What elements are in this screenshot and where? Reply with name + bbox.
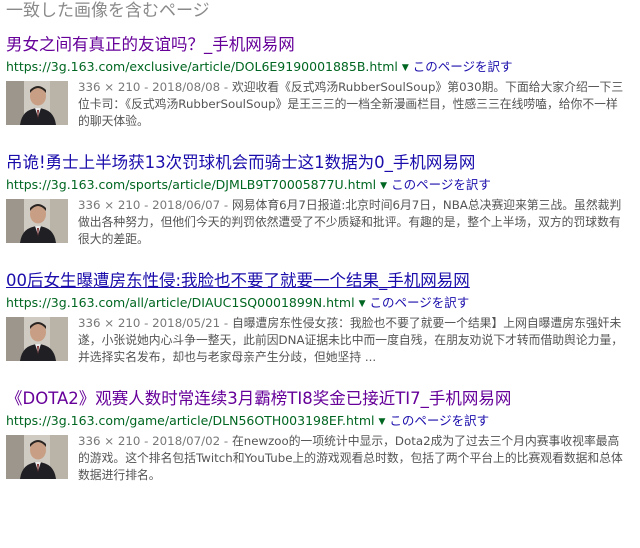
result-item: 《DOTA2》观赛人数时常连续3月霸榜TI8奖金已接近TI7_手机网易网 htt… [6, 388, 634, 484]
result-url-row: https://3g.163.com/exclusive/article/DOL… [6, 58, 634, 76]
translate-page-link[interactable]: このページを訳す [389, 413, 489, 428]
search-results-page: 一致した画像を含むページ 男女之间有真正的友谊吗？_手机网易网 https://… [0, 0, 640, 548]
result-snippet: 336 × 210 - 2018/06/07 - 网易体育6月7日报道:北京时间… [78, 197, 626, 248]
translate-page-link[interactable]: このページを訳す [370, 295, 470, 310]
result-url: https://3g.163.com/all/article/DIAUC1SQ0… [6, 295, 355, 310]
result-item: 吊诡!勇士上半场获13次罚球机会而骑士这1数据为0_手机网易网 https://… [6, 152, 634, 248]
result-meta: 336 × 210 - 2018/07/02 - [78, 434, 232, 448]
translate-page-link[interactable]: このページを訳す [413, 59, 513, 74]
result-title-link[interactable]: 《DOTA2》观赛人数时常连续3月霸榜TI8奖金已接近TI7_手机网易网 [6, 388, 634, 410]
result-item: 男女之间有真正的友谊吗？_手机网易网 https://3g.163.com/ex… [6, 34, 634, 130]
result-thumbnail[interactable] [6, 317, 68, 361]
result-url: https://3g.163.com/game/article/DLN56OTH… [6, 413, 375, 428]
result-thumbnail[interactable] [6, 199, 68, 243]
man-portrait-image [6, 435, 68, 479]
result-thumbnail[interactable] [6, 81, 68, 125]
result-url-row: https://3g.163.com/all/article/DIAUC1SQ0… [6, 294, 634, 312]
result-snippet: 336 × 210 - 2018/05/21 - 自曝遭房东性侵女孩：我脸也不要… [78, 315, 626, 366]
result-thumbnail[interactable] [6, 435, 68, 479]
result-url-row: https://3g.163.com/game/article/DLN56OTH… [6, 412, 634, 430]
result-title-link[interactable]: 吊诡!勇士上半场获13次罚球机会而骑士这1数据为0_手机网易网 [6, 152, 634, 174]
result-url: https://3g.163.com/sports/article/DJMLB9… [6, 177, 377, 192]
result-body: 336 × 210 - 2018/05/21 - 自曝遭房东性侵女孩：我脸也不要… [6, 315, 634, 366]
result-meta: 336 × 210 - 2018/05/21 - [78, 316, 232, 330]
man-portrait-image [6, 317, 68, 361]
result-body: 336 × 210 - 2018/07/02 - 在newzoo的一项统计中显示… [6, 433, 634, 484]
result-item: 00后女生曝遭房东性侵:我脸也不要了就要一个结果_手机网易网 https://3… [6, 270, 634, 366]
result-url: https://3g.163.com/exclusive/article/DOL… [6, 59, 398, 74]
man-portrait-image [6, 81, 68, 125]
man-portrait-image [6, 199, 68, 243]
caret-down-icon[interactable]: ▼ [380, 181, 387, 191]
caret-down-icon[interactable]: ▼ [378, 417, 385, 427]
result-body: 336 × 210 - 2018/06/07 - 网易体育6月7日报道:北京时间… [6, 197, 634, 248]
translate-page-link[interactable]: このページを訳す [391, 177, 491, 192]
result-title-link[interactable]: 男女之间有真正的友谊吗？_手机网易网 [6, 34, 634, 56]
result-snippet: 336 × 210 - 2018/08/08 - 欢迎收看《反式鸡汤Rubber… [78, 79, 626, 130]
result-snippet: 336 × 210 - 2018/07/02 - 在newzoo的一项统计中显示… [78, 433, 626, 484]
result-url-row: https://3g.163.com/sports/article/DJMLB9… [6, 176, 634, 194]
result-meta: 336 × 210 - 2018/08/08 - [78, 80, 232, 94]
result-body: 336 × 210 - 2018/08/08 - 欢迎收看《反式鸡汤Rubber… [6, 79, 634, 130]
caret-down-icon[interactable]: ▼ [402, 63, 409, 73]
result-meta: 336 × 210 - 2018/06/07 - [78, 198, 232, 212]
section-title: 一致した画像を含むページ [6, 1, 210, 21]
result-title-link[interactable]: 00后女生曝遭房东性侵:我脸也不要了就要一个结果_手机网易网 [6, 270, 634, 292]
caret-down-icon[interactable]: ▼ [359, 299, 366, 309]
